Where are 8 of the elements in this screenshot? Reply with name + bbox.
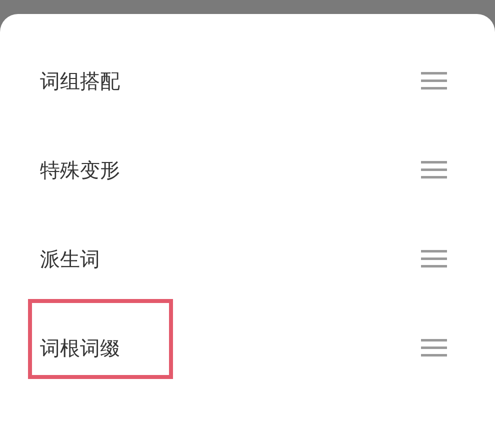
item-label: 派生词 <box>40 248 100 268</box>
item-label: 词组搭配 <box>40 70 120 90</box>
drag-handle-icon[interactable] <box>421 72 447 90</box>
item-label: 词根词缀 <box>40 338 120 358</box>
drag-handle-icon[interactable] <box>421 160 447 178</box>
drag-handle-icon[interactable] <box>421 250 447 268</box>
drag-handle-icon[interactable] <box>421 338 447 356</box>
item-label: 特殊变形 <box>40 160 120 180</box>
